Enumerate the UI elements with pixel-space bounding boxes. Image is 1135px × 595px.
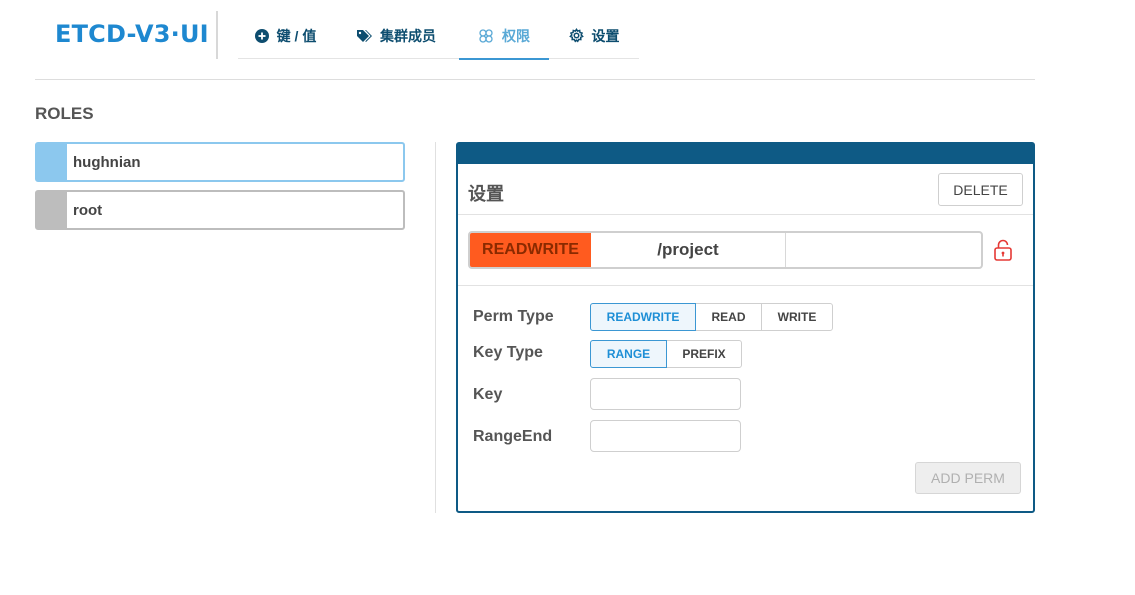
- header-divider: [35, 79, 1035, 80]
- column-divider: [435, 142, 436, 513]
- permission-row: READWRITE /project: [458, 215, 1033, 286]
- key-input[interactable]: [590, 378, 741, 410]
- role-name: hughnian: [73, 153, 141, 171]
- main-nav: 键 / 值 集群成员 权限 设置: [238, 12, 639, 60]
- permission-type-badge: READWRITE: [470, 233, 591, 267]
- role-name: root: [73, 201, 103, 219]
- permission-item[interactable]: READWRITE /project: [468, 231, 983, 269]
- tab-permissions[interactable]: 权限: [459, 12, 549, 60]
- permission-range-end: [786, 233, 981, 267]
- tab-settings[interactable]: 设置: [549, 12, 639, 59]
- role-item-hughnian[interactable]: hughnian: [35, 142, 405, 182]
- plus-circle-icon: [254, 28, 269, 43]
- perm-type-read-button[interactable]: READ: [695, 303, 762, 331]
- permission-key: /project: [591, 233, 786, 267]
- key-type-label: Key Type: [473, 344, 543, 361]
- tab-settings-label: 设置: [591, 27, 620, 44]
- add-permission-form: Perm Type READWRITE READ WRITE Key Type …: [458, 286, 1033, 513]
- key-type-selector: RANGE PREFIX: [590, 340, 742, 368]
- range-end-input[interactable]: [590, 420, 741, 452]
- role-detail-panel: 设置 DELETE READWRITE /project Perm Type R…: [456, 142, 1035, 513]
- panel-header-bar: [458, 144, 1033, 164]
- role-color-swatch: [37, 144, 67, 180]
- perm-type-label: Perm Type: [473, 308, 554, 325]
- users-icon: [478, 28, 494, 44]
- perm-type-readwrite-button[interactable]: READWRITE: [590, 303, 696, 331]
- panel-title: 设置: [468, 184, 504, 204]
- gear-icon: [568, 28, 584, 43]
- tab-cluster-members-label: 集群成员: [380, 27, 436, 44]
- key-type-prefix-button[interactable]: PREFIX: [666, 340, 742, 368]
- role-item-root[interactable]: root: [35, 190, 405, 230]
- add-perm-button[interactable]: ADD PERM: [915, 462, 1021, 494]
- tab-cluster-members[interactable]: 集群成员: [333, 12, 459, 59]
- perm-type-write-button[interactable]: WRITE: [761, 303, 833, 331]
- app-root: ETCD-V3·UI 键 / 值 集群成员 权限 设置 ROLES hughni…: [0, 0, 1135, 595]
- tag-icon: [356, 29, 372, 43]
- panel-head: 设置 DELETE: [458, 164, 1033, 215]
- key-label: Key: [473, 386, 503, 403]
- delete-role-button[interactable]: DELETE: [938, 173, 1023, 206]
- unlock-icon[interactable]: [993, 239, 1013, 261]
- logo-divider: [216, 11, 218, 59]
- perm-type-selector: READWRITE READ WRITE: [590, 303, 833, 331]
- range-end-label: RangeEnd: [473, 428, 553, 445]
- tab-kv[interactable]: 键 / 值: [238, 12, 333, 59]
- app-logo: ETCD-V3·UI: [55, 20, 209, 48]
- tab-kv-label: 键 / 值: [276, 27, 317, 44]
- tab-permissions-label: 权限: [502, 27, 530, 44]
- role-color-swatch: [37, 192, 67, 228]
- key-type-range-button[interactable]: RANGE: [590, 340, 667, 368]
- roles-title: ROLES: [35, 104, 94, 123]
